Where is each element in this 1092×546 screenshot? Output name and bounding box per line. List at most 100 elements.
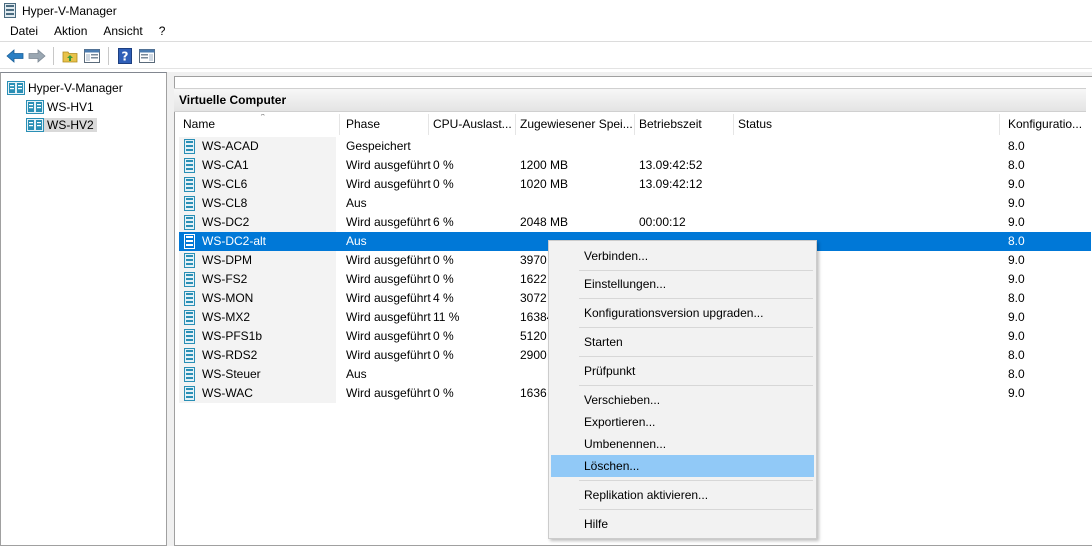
vm-memory-cell: 1622 [520, 272, 547, 286]
tree-pane: Hyper-V-Manager WS-HV1 WS-HV2 [0, 72, 167, 546]
vm-cpu-cell [429, 365, 433, 384]
menu-item-pruefpunkt[interactable]: Prüfpunkt [551, 360, 814, 382]
vm-name-cell: WS-PFS1b [179, 327, 336, 346]
menu-datei[interactable]: Datei [0, 21, 46, 42]
menu-separator [579, 356, 813, 357]
vm-memory-cell: 5120 [520, 329, 547, 343]
tree-item-ws-hv2[interactable]: WS-HV2 [26, 116, 97, 134]
show-hide-tree-button[interactable] [81, 46, 103, 66]
vm-phase-cell: Wird ausgeführt [346, 348, 431, 362]
vm-icon [184, 215, 195, 230]
vm-phase-cell: Wird ausgeführt [346, 158, 431, 172]
help-icon: ? [118, 47, 132, 64]
column-header-name[interactable]: Name ⌃ [179, 114, 340, 135]
vm-cpu-cell: 0 % [433, 329, 454, 343]
table-row[interactable]: WS-CL8 Aus 9.0 [179, 194, 1091, 213]
menu-separator [579, 480, 813, 481]
vm-icon [184, 177, 195, 192]
menu-help[interactable]: ? [151, 21, 174, 42]
vm-config-cell: 9.0 [1008, 329, 1025, 343]
vm-status-cell [734, 137, 738, 156]
vm-name-cell: WS-ACAD [179, 137, 336, 156]
menu-item-verschieben[interactable]: Verschieben... [551, 389, 814, 411]
menu-ansicht[interactable]: Ansicht [95, 21, 150, 42]
vm-phase-cell: Wird ausgeführt [346, 215, 431, 229]
table-row[interactable]: WS-ACAD Gespeichert 8.0 [179, 137, 1091, 156]
vm-uptime-cell: 13.09:42:52 [639, 158, 703, 172]
toolbar: ? [0, 43, 1092, 69]
show-hide-tree-icon [84, 48, 100, 63]
vm-config-cell: 8.0 [1008, 348, 1025, 362]
vm-name-cell: WS-WAC [179, 384, 336, 403]
vm-cpu-cell: 6 % [433, 215, 454, 229]
vm-phase-cell: Wird ausgeführt [346, 386, 431, 400]
help-button[interactable]: ? [114, 46, 136, 66]
tree-root-label: Hyper-V-Manager [28, 81, 123, 95]
vm-cpu-cell: 0 % [433, 177, 454, 191]
vm-memory-cell: 1636 [520, 386, 547, 400]
vm-phase-cell: Gespeichert [346, 139, 411, 153]
up-folder-button[interactable] [59, 46, 81, 66]
vm-config-cell: 9.0 [1008, 177, 1025, 191]
menu-item-verbinden[interactable]: Verbinden... [551, 245, 814, 267]
vm-memory-cell: 1200 MB [520, 158, 569, 172]
column-header-uptime[interactable]: Betriebszeit [635, 114, 734, 135]
vm-cpu-cell: 0 % [433, 348, 454, 362]
column-header-cpu[interactable]: CPU-Auslast... [429, 114, 516, 135]
vm-uptime-cell: 13.09:42:12 [639, 177, 703, 191]
window-title: Hyper-V-Manager [22, 3, 117, 18]
menu-item-konfigurationsversion-upgraden[interactable]: Konfigurationsversion upgraden... [551, 302, 814, 324]
vm-cpu-cell: 11 % [433, 310, 460, 324]
tree-root-hyperv-manager[interactable]: Hyper-V-Manager [7, 79, 126, 97]
hyperv-app-icon [4, 3, 16, 18]
table-row[interactable]: WS-DC2 Wird ausgeführt 6 % 2048 MB 00:00:12 9… [179, 213, 1091, 232]
vm-cpu-cell: 0 % [433, 253, 454, 267]
vm-status-cell [734, 213, 738, 232]
menu-separator [579, 327, 813, 328]
vm-config-cell: 9.0 [1008, 215, 1025, 229]
tree-item-ws-hv1[interactable]: WS-HV1 [26, 98, 97, 116]
vm-status-cell [734, 175, 738, 194]
menu-aktion[interactable]: Aktion [46, 21, 95, 42]
vm-icon [184, 348, 195, 363]
vm-memory-cell: 2048 MB [520, 215, 569, 229]
menu-item-starten[interactable]: Starten [551, 331, 814, 353]
menu-separator [579, 509, 813, 510]
column-header-memory[interactable]: Zugewiesener Spei... [516, 114, 635, 135]
menu-item-umbenennen[interactable]: Umbenennen... [551, 433, 814, 455]
table-row[interactable]: WS-CL6 Wird ausgeführt 0 % 1020 MB 13.09:42:… [179, 175, 1091, 194]
column-header-config[interactable]: Konfiguratio... [1004, 114, 1091, 135]
vm-cpu-cell: 0 % [433, 386, 454, 400]
vm-name-cell: WS-DPM [179, 251, 336, 270]
vm-config-cell: 8.0 [1008, 139, 1025, 153]
column-header-phase[interactable]: Phase [342, 114, 429, 135]
vm-config-cell: 8.0 [1008, 234, 1025, 248]
svg-text:?: ? [122, 49, 129, 63]
menu-item-exportieren[interactable]: Exportieren... [551, 411, 814, 433]
vm-cpu-cell: 0 % [433, 158, 454, 172]
menu-item-loeschen[interactable]: Löschen... [551, 455, 814, 477]
menu-bar: Datei Aktion Ansicht ? [0, 21, 1092, 42]
menu-separator [579, 385, 813, 386]
forward-button[interactable] [26, 46, 48, 66]
vm-memory-cell: 1020 MB [520, 177, 569, 191]
vm-memory-cell: 2900 [520, 348, 547, 362]
vm-phase-cell: Aus [346, 196, 367, 210]
vm-name-cell: WS-FS2 [179, 270, 336, 289]
vm-icon [184, 329, 195, 344]
up-folder-icon [62, 51, 78, 62]
vm-cpu-cell [429, 194, 433, 213]
menu-item-replikation-aktivieren[interactable]: Replikation aktivieren... [551, 484, 814, 506]
vm-memory-cell [516, 137, 520, 156]
column-header-status[interactable]: Status [734, 114, 1000, 135]
menu-item-hilfe[interactable]: Hilfe [551, 513, 814, 535]
vm-name-cell: WS-DC2 [179, 213, 336, 232]
vm-icon [184, 272, 195, 287]
back-button[interactable] [4, 46, 26, 66]
back-arrow-icon [6, 48, 24, 63]
action-pane-button[interactable] [136, 46, 158, 66]
menu-item-einstellungen[interactable]: Einstellungen... [551, 273, 814, 295]
vm-name-cell: WS-MX2 [179, 308, 336, 327]
table-row[interactable]: WS-CA1 Wird ausgeführt 0 % 1200 MB 13.09:42:… [179, 156, 1091, 175]
vm-phase-cell: Aus [346, 234, 367, 248]
